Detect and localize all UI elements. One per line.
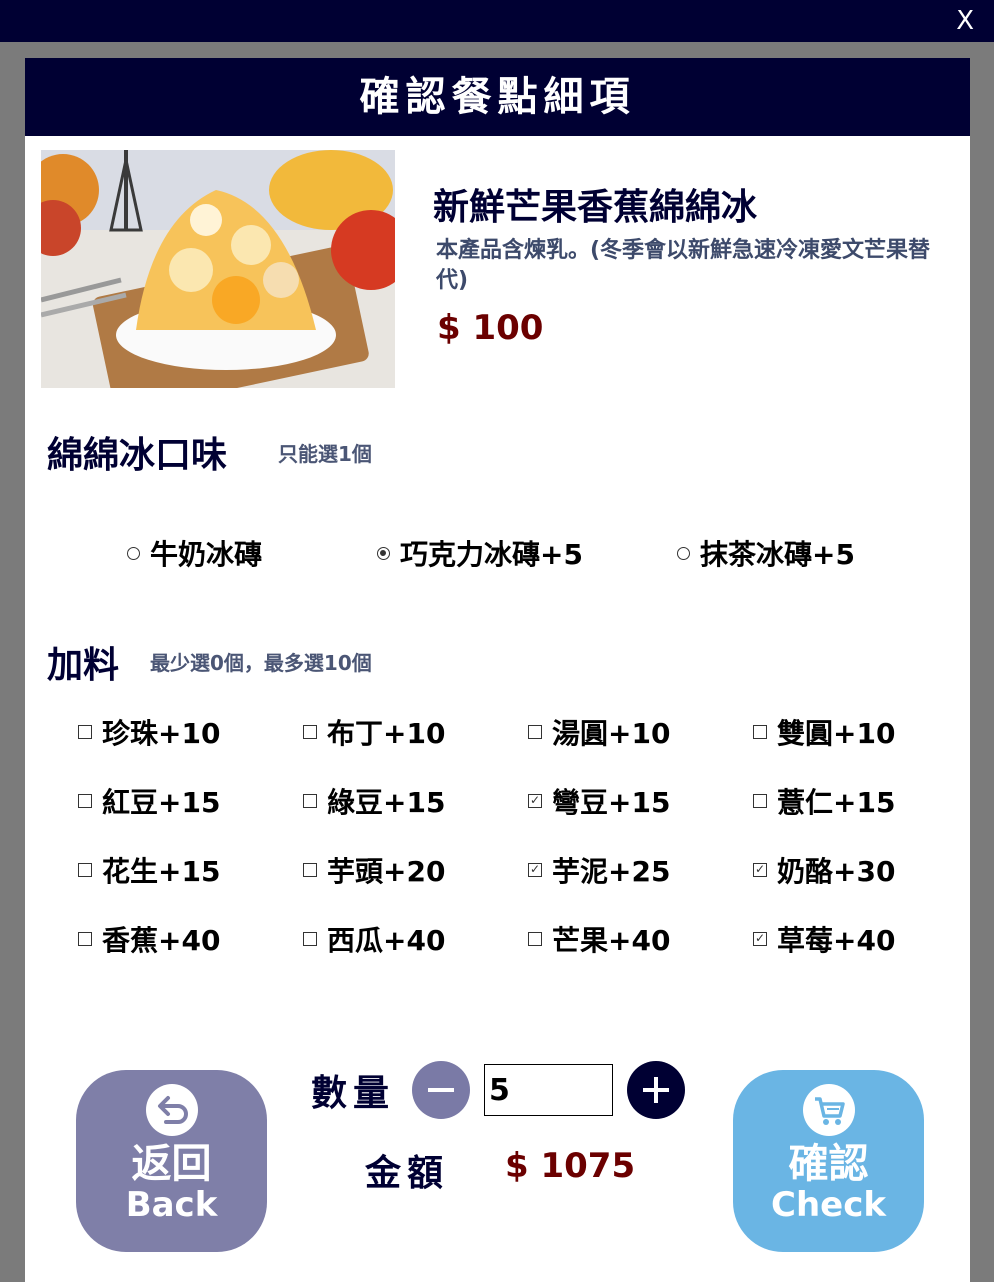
topping-option-label: 香蕉+40 [102, 924, 221, 957]
checkbox[interactable] [303, 725, 317, 739]
quantity-label: 數量 [311, 1073, 396, 1114]
topping-option-label: 花生+15 [102, 855, 221, 888]
back-button-label-zh: 返回 [131, 1141, 212, 1187]
checkbox[interactable] [78, 932, 92, 946]
checkbox[interactable] [528, 932, 542, 946]
topping-option[interactable]: ✓ 彎豆+15 [528, 781, 670, 821]
flavor-option-label: 巧克力冰磚+5 [400, 538, 583, 571]
topping-option[interactable]: 香蕉+40 [78, 919, 220, 959]
topping-option[interactable]: 芋頭+20 [303, 850, 445, 890]
checkbox[interactable] [753, 725, 767, 739]
topping-option-label: 芋頭+20 [327, 855, 446, 888]
checkbox[interactable] [303, 863, 317, 877]
radio-button[interactable] [377, 546, 390, 560]
checkbox[interactable]: ✓ [753, 863, 767, 877]
toppings-section-title: 加料 [47, 645, 120, 686]
checkbox[interactable] [303, 932, 317, 946]
quantity-input[interactable] [484, 1064, 613, 1116]
topping-option-label: 湯圓+10 [552, 717, 671, 750]
checkbox[interactable]: ✓ [528, 794, 542, 808]
topping-option-label: 薏仁+15 [777, 786, 896, 819]
topping-option-label: 芒果+40 [552, 924, 671, 957]
check-button-label-zh: 確認 [788, 1141, 869, 1187]
shopping-cart-icon [802, 1084, 855, 1136]
topping-option[interactable]: 薏仁+15 [753, 781, 895, 821]
checkbox[interactable]: ✓ [528, 863, 542, 877]
order-detail-dialog: 確認餐點細項 新鮮芒果香蕉綿綿冰 本產品含煉乳。(冬季會以新鮮急速冷凍愛文芒果替… [25, 58, 970, 1282]
topping-option[interactable]: 綠豆+15 [303, 781, 445, 821]
dialog-title: 確認餐點細項 [25, 58, 970, 136]
flavor-options: 牛奶冰磚 巧克力冰磚+5 抹茶冰磚+5 [25, 533, 970, 583]
topping-option[interactable]: 紅豆+15 [78, 781, 220, 821]
checkbox[interactable] [528, 725, 542, 739]
topping-option-label: 西瓜+40 [327, 924, 446, 957]
flavor-option-label: 牛奶冰磚 [150, 538, 263, 571]
checkbox[interactable] [78, 794, 92, 808]
plus-button[interactable] [627, 1061, 685, 1119]
topping-option-label: 芋泥+25 [552, 855, 671, 888]
topping-option[interactable]: 花生+15 [78, 850, 220, 890]
checkbox[interactable] [753, 794, 767, 808]
undo-arrow-icon [145, 1084, 198, 1136]
topping-option[interactable]: ✓ 芋泥+25 [528, 850, 670, 890]
flavor-option[interactable]: 巧克力冰磚+5 [377, 533, 583, 573]
flavor-option-label: 抹茶冰磚+5 [700, 538, 855, 571]
product-name: 新鮮芒果香蕉綿綿冰 [433, 187, 758, 228]
flavor-section-title: 綿綿冰口味 [47, 435, 228, 476]
topping-option[interactable]: ✓ 奶酪+30 [753, 850, 895, 890]
checkbox[interactable]: ✓ [753, 932, 767, 946]
check-button-label-en: Check [771, 1185, 886, 1225]
checkbox[interactable] [78, 863, 92, 877]
flavor-option[interactable]: 牛奶冰磚 [127, 533, 262, 573]
flavor-section-note: 只能選1個 [278, 442, 372, 466]
product-description: 本產品含煉乳。(冬季會以新鮮急速冷凍愛文芒果替代) [436, 238, 931, 293]
product-price: $ 100 [437, 308, 544, 348]
topping-option[interactable]: 雙圓+10 [753, 712, 895, 752]
back-button[interactable]: 返回 Back [76, 1070, 267, 1252]
topping-option[interactable]: 布丁+10 [303, 712, 445, 752]
flavor-option[interactable]: 抹茶冰磚+5 [677, 533, 855, 573]
radio-button[interactable] [127, 546, 140, 560]
topping-option[interactable]: 珍珠+10 [78, 712, 220, 752]
title-bar: X [0, 0, 994, 42]
topping-option-label: 雙圓+10 [777, 717, 896, 750]
toppings-section-note: 最少選0個，最多選10個 [150, 651, 372, 675]
product-image [41, 150, 395, 388]
topping-option[interactable]: ✓ 草莓+40 [753, 919, 895, 959]
topping-option-label: 布丁+10 [327, 717, 446, 750]
checkbox[interactable] [78, 725, 92, 739]
topping-option-label: 彎豆+15 [552, 786, 671, 819]
back-button-label-en: Back [125, 1185, 218, 1225]
topping-option-label: 紅豆+15 [102, 786, 221, 819]
checkbox[interactable] [303, 794, 317, 808]
minus-button[interactable] [412, 1061, 470, 1119]
topping-option-label: 珍珠+10 [102, 717, 221, 750]
check-button[interactable]: 確認 Check [733, 1070, 924, 1252]
topping-option-label: 奶酪+30 [777, 855, 896, 888]
amount-value: $ 1075 [505, 1146, 636, 1186]
topping-option[interactable]: 湯圓+10 [528, 712, 670, 752]
radio-button[interactable] [677, 546, 690, 560]
topping-option[interactable]: 芒果+40 [528, 919, 670, 959]
topping-option-label: 綠豆+15 [327, 786, 446, 819]
topping-option-label: 草莓+40 [777, 924, 896, 957]
amount-label: 金額 [365, 1153, 450, 1194]
topping-option[interactable]: 西瓜+40 [303, 919, 445, 959]
close-button[interactable]: X [956, 6, 974, 36]
